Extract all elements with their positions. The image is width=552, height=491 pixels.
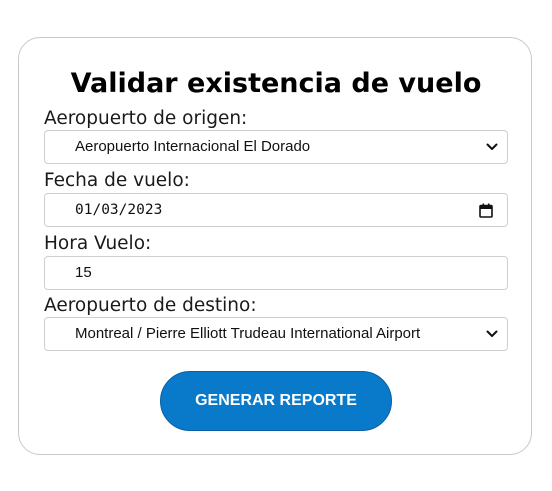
destination-airport-label: Aeropuerto de destino: xyxy=(44,295,257,316)
generate-report-button[interactable]: GENERAR REPORTE xyxy=(160,371,392,431)
chevron-down-icon xyxy=(486,330,498,337)
origin-airport-value: Aeropuerto Internacional El Dorado xyxy=(75,138,311,155)
flight-hour-label: Hora Vuelo: xyxy=(44,233,152,254)
destination-airport-select[interactable]: Montreal / Pierre Elliott Trudeau Intern… xyxy=(44,317,508,351)
flight-date-value: 01/03/2023 xyxy=(75,202,163,218)
chevron-down-icon xyxy=(486,143,498,150)
destination-airport-value: Montreal / Pierre Elliott Trudeau Intern… xyxy=(75,325,421,342)
flight-hour-value: 15 xyxy=(75,264,92,281)
flight-date-input[interactable]: 01/03/2023 xyxy=(44,193,508,227)
origin-airport-select[interactable]: Aeropuerto Internacional El Dorado xyxy=(44,130,508,164)
flight-hour-input[interactable]: 15 xyxy=(44,256,508,290)
calendar-icon[interactable] xyxy=(479,203,493,218)
origin-airport-label: Aeropuerto de origen: xyxy=(44,108,248,129)
flight-date-label: Fecha de vuelo: xyxy=(44,170,190,191)
page-title: Validar existencia de vuelo xyxy=(70,68,482,99)
